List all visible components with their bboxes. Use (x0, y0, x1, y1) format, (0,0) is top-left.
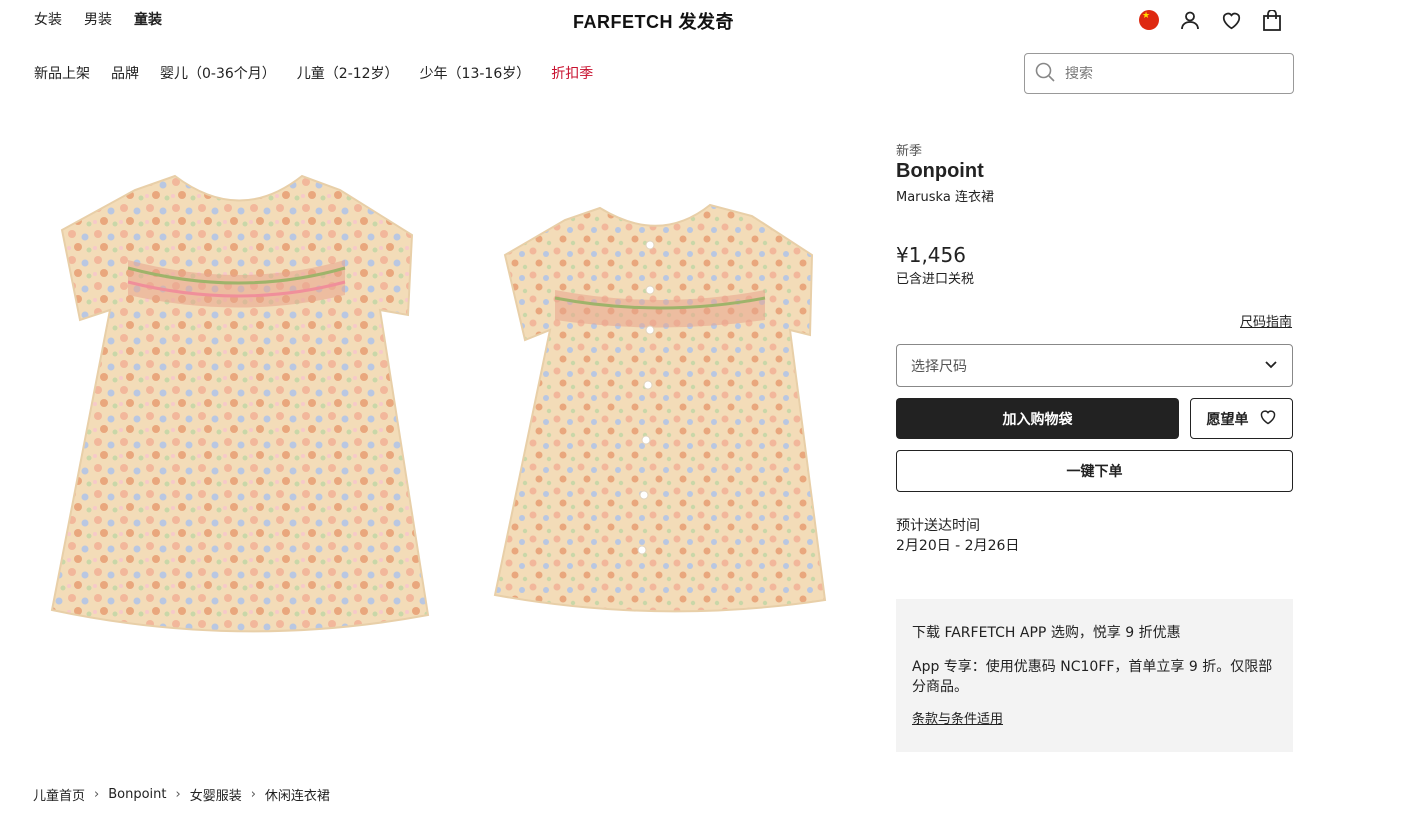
cat-brands[interactable]: 品牌 (111, 63, 139, 83)
heart-icon (1259, 409, 1277, 429)
search-icon (1035, 62, 1055, 86)
delivery-label: 预计送达时间 (896, 518, 980, 534)
gender-nav: 女装 男装 童装 (34, 9, 162, 29)
product-price: ¥1,456 (896, 243, 966, 267)
size-select[interactable]: 选择尺码 (896, 344, 1293, 387)
delivery-date: 2月20日 - 2月26日 (896, 538, 1020, 554)
farfetch-logo[interactable]: FARFETCH 发发奇 (573, 8, 734, 34)
size-guide-link[interactable]: 尺码指南 (1240, 311, 1292, 330)
search-box[interactable] (1024, 53, 1294, 94)
breadcrumb-casual-dresses[interactable]: 休闲连衣裙 (265, 785, 330, 804)
search-input[interactable] (1065, 65, 1265, 82)
one-click-buy-button[interactable]: 一键下单 (896, 450, 1293, 492)
promo-title: 下载 FARFETCH APP 选购，悦享 9 折优惠 (912, 625, 1181, 641)
wishlist-button[interactable]: 愿望单 (1190, 398, 1293, 439)
breadcrumb: 儿童首页 › Bonpoint › 女婴服装 › 休闲连衣裙 (33, 785, 330, 804)
terms-link[interactable]: 条款与条件适用 (912, 712, 1003, 727)
brand-name[interactable]: Bonpoint (896, 160, 984, 183)
wishlist-heart-icon[interactable] (1220, 9, 1242, 31)
season-label: 新季 (896, 144, 923, 159)
product-image-front[interactable] (40, 150, 440, 650)
breadcrumb-brand[interactable]: Bonpoint (108, 787, 166, 802)
add-to-bag-button[interactable]: 加入购物袋 (896, 398, 1179, 439)
breadcrumb-kids-home[interactable]: 儿童首页 (33, 785, 85, 804)
wishlist-button-label: 愿望单 (1206, 411, 1249, 428)
cat-teens[interactable]: 少年（13-16岁） (420, 63, 531, 83)
app-promo-box: 下载 FARFETCH APP 选购，悦享 9 折优惠 App 专享：使用优惠码… (896, 599, 1293, 752)
chevron-right-icon: › (175, 787, 181, 802)
cat-new-in[interactable]: 新品上架 (34, 63, 90, 83)
nav-men[interactable]: 男装 (84, 9, 112, 29)
header-icons (1138, 9, 1283, 31)
product-name: Maruska 连衣裙 (896, 190, 994, 205)
nav-women[interactable]: 女装 (34, 9, 62, 29)
cat-kids[interactable]: 儿童（2-12岁） (297, 63, 399, 83)
size-select-label: 选择尺码 (911, 358, 967, 375)
cat-sale[interactable]: 折扣季 (551, 63, 593, 83)
china-flag-icon[interactable] (1138, 9, 1160, 31)
shopping-bag-icon[interactable] (1261, 9, 1283, 31)
account-icon[interactable] (1179, 9, 1201, 31)
chevron-right-icon: › (250, 787, 256, 802)
chevron-right-icon: › (94, 787, 100, 802)
cat-baby[interactable]: 婴儿（0-36个月） (160, 63, 276, 83)
promo-body: App 专享：使用优惠码 NC10FF，首单立享 9 折。仅限部分商品。 (912, 659, 1273, 695)
product-image-back[interactable] (480, 150, 880, 650)
nav-kids[interactable]: 童装 (134, 9, 162, 29)
chevron-down-icon (1264, 358, 1278, 374)
breadcrumb-baby-girl[interactable]: 女婴服装 (190, 785, 242, 804)
tax-note: 已含进口关税 (896, 272, 975, 287)
category-nav: 新品上架 品牌 婴儿（0-36个月） 儿童（2-12岁） 少年（13-16岁） … (34, 63, 593, 83)
